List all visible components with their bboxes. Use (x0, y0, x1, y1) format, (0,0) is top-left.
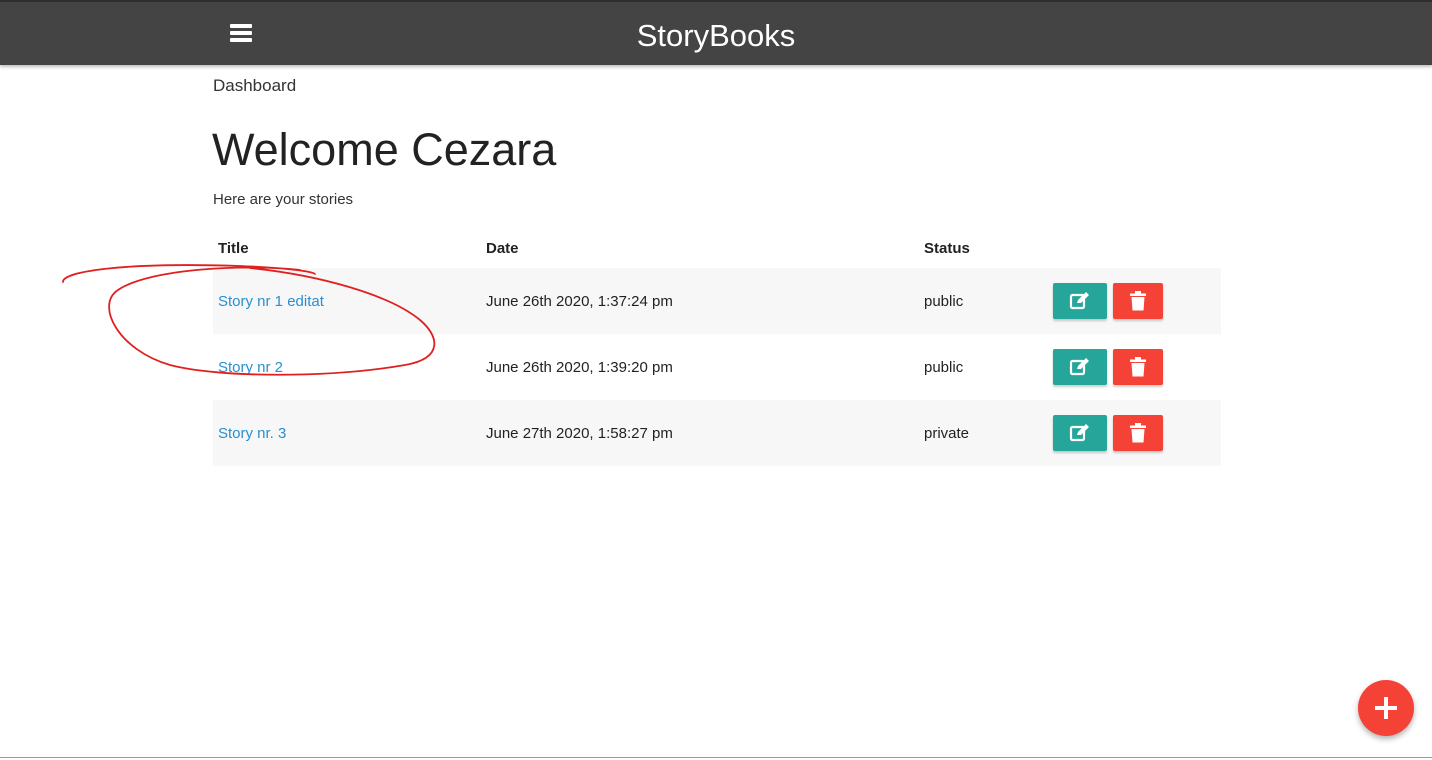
navbar: StoryBooks (0, 0, 1432, 65)
page-title: Welcome Cezara (212, 124, 557, 175)
page-subtitle: Here are your stories (213, 191, 354, 208)
story-actions (1048, 400, 1221, 466)
story-status: public (924, 358, 964, 376)
story-title-link[interactable]: Story nr 1 editat (218, 293, 324, 310)
delete-button[interactable] (1113, 415, 1163, 451)
table-header-row: Title Date Status (213, 228, 1221, 268)
add-story-button[interactable] (1358, 680, 1414, 736)
story-status: public (919, 268, 1048, 334)
story-actions (1048, 268, 1221, 334)
edit-button[interactable] (1053, 283, 1107, 319)
story-title-cell: Story nr 1 editat (213, 268, 481, 334)
delete-button[interactable] (1113, 283, 1163, 319)
story-date: June 26th 2020, 1:37:24 pm (481, 268, 919, 334)
edit-button[interactable] (1053, 415, 1107, 451)
column-header-actions (1048, 228, 1221, 268)
column-header-status: Status (924, 239, 970, 257)
story-title-link[interactable]: Story nr. 3 (218, 425, 286, 442)
trash-icon (1130, 423, 1146, 443)
window-bottom-border (0, 757, 1432, 758)
story-status: private (919, 400, 1048, 466)
column-header-date: Date (486, 239, 519, 257)
story-actions (1048, 334, 1221, 400)
edit-icon (1069, 358, 1089, 376)
story-title-cell: Story nr 2 (213, 334, 481, 400)
table-row: Story nr 1 editat June 26th 2020, 1:37:2… (213, 268, 1221, 334)
story-date: June 26th 2020, 1:39:20 pm (486, 358, 673, 376)
table-row: Story nr 2 June 26th 2020, 1:39:20 pm pu… (213, 334, 1221, 400)
story-date: June 27th 2020, 1:58:27 pm (481, 400, 919, 466)
story-title-cell: Story nr. 3 (213, 400, 481, 466)
breadcrumb: Dashboard (213, 76, 297, 95)
edit-icon (1069, 424, 1089, 442)
stories-table: Title Date Status Story nr 1 editat June… (213, 228, 1221, 466)
brand-logo[interactable]: StoryBooks (0, 16, 1432, 56)
trash-icon (1130, 291, 1146, 311)
table-row: Story nr. 3 June 27th 2020, 1:58:27 pm p… (213, 400, 1221, 466)
plus-icon (1375, 697, 1397, 719)
edit-button[interactable] (1053, 349, 1107, 385)
column-header-title: Title (218, 239, 249, 257)
edit-icon (1069, 292, 1089, 310)
story-title-link[interactable]: Story nr 2 (218, 359, 283, 376)
trash-icon (1130, 357, 1146, 377)
delete-button[interactable] (1113, 349, 1163, 385)
